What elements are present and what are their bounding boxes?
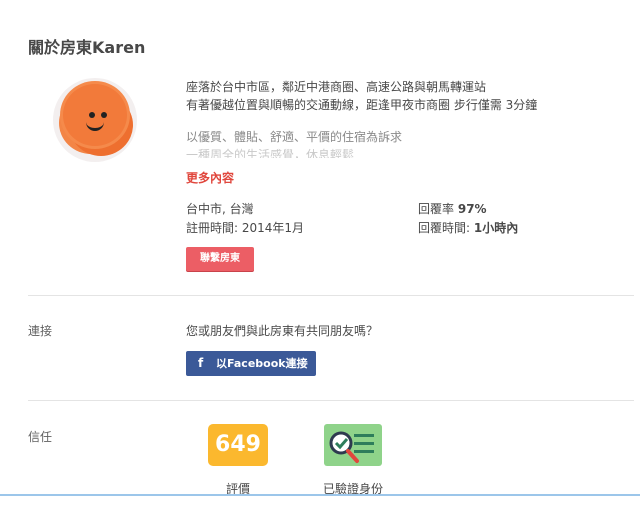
description-line-3: 以優質、體貼、舒適、平價的住宿為訴求	[186, 130, 403, 144]
avatar-eye-left	[89, 112, 95, 118]
id-check-icon	[329, 431, 374, 463]
mutual-friends-question: 您或朋友們與此房東有共同朋友嗎？	[186, 324, 379, 338]
trust-label: 信任	[28, 430, 53, 444]
avatar-eye-right	[101, 112, 107, 118]
section-divider	[28, 400, 634, 401]
connection-label: 連接	[28, 324, 53, 338]
contact-host-button[interactable]: 聯繫房東	[186, 247, 254, 271]
section-title: 關於房東Karen	[28, 38, 146, 57]
section-divider	[28, 295, 634, 296]
response-time-value: 1小時內	[473, 221, 519, 235]
reviews-count-badge[interactable]: 649	[208, 424, 268, 466]
more-content-link[interactable]: 更多內容	[186, 169, 234, 186]
response-rate: 回覆率 97%	[418, 200, 487, 217]
response-rate-label: 回覆率	[418, 202, 455, 216]
facebook-connect-button[interactable]: f 以Facebook連接	[186, 351, 316, 376]
response-time: 回覆時間: 1小時內	[418, 219, 518, 236]
facebook-icon: f	[198, 356, 204, 370]
verified-id-icon[interactable]	[324, 424, 382, 466]
response-time-label: 回覆時間:	[418, 221, 471, 235]
facebook-connect-label: 以Facebook連接	[216, 357, 308, 370]
avatar-blur	[63, 84, 127, 146]
description-line-2: 有著優越位置與順暢的交通動線，距逢甲夜市商圈 步行僅需 3分鐘	[186, 98, 538, 112]
description-line-1: 座落於台中市區，鄰近中港商圈、高速公路與朝馬轉運站	[186, 80, 487, 94]
host-avatar[interactable]	[53, 78, 137, 162]
bottom-border	[0, 494, 640, 496]
response-rate-value: 97%	[457, 202, 487, 216]
host-location: 台中市, 台灣	[186, 202, 254, 216]
host-registered-date: 註冊時間: 2014年1月	[186, 221, 305, 235]
description-line-4: 一種周全的生活感覺，休息輕鬆	[186, 148, 355, 158]
